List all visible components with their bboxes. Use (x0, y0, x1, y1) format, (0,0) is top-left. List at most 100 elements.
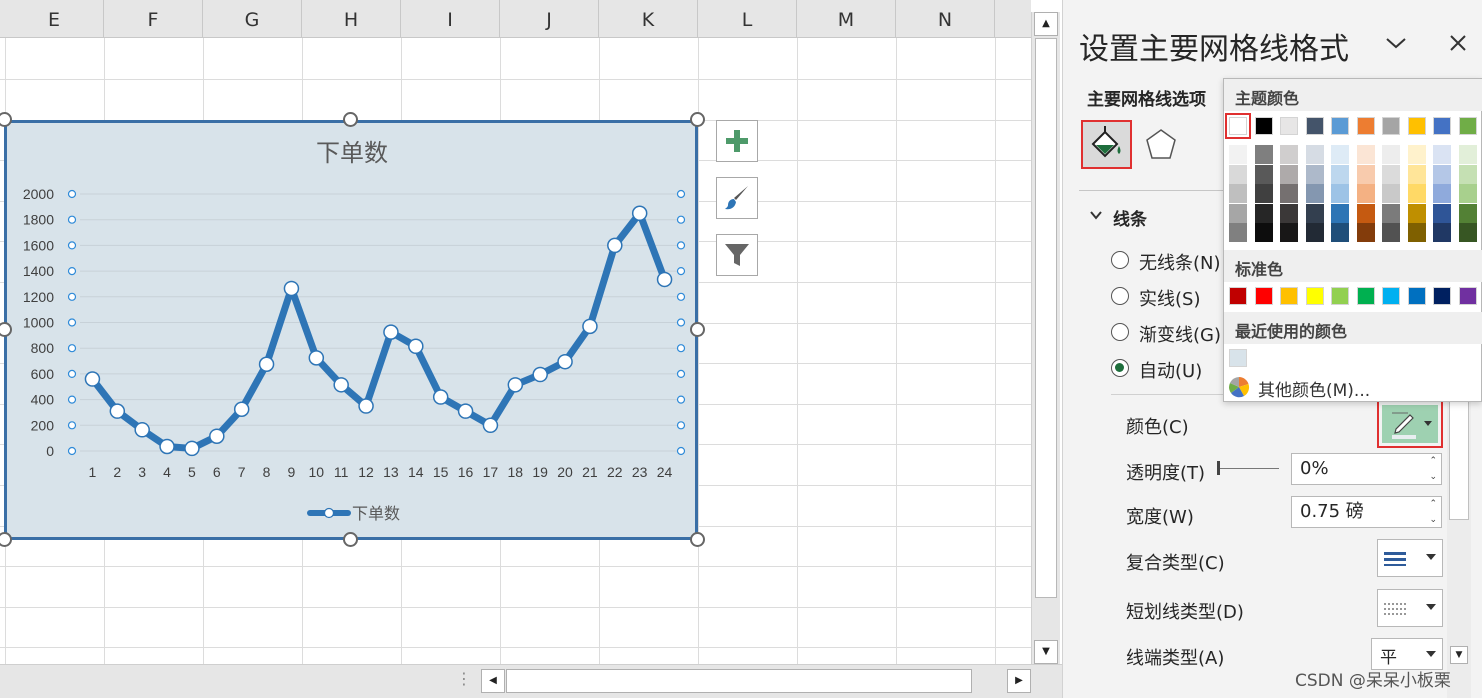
more-colors-item[interactable]: 其他颜色(M)... (1258, 376, 1370, 401)
theme-shade-swatch[interactable] (1433, 223, 1451, 242)
standard-color-swatch[interactable] (1331, 287, 1349, 305)
theme-color-swatch[interactable] (1382, 117, 1400, 135)
theme-shade-swatch[interactable] (1407, 184, 1426, 203)
standard-color-swatch[interactable] (1254, 287, 1273, 305)
theme-color-swatch[interactable] (1331, 117, 1349, 135)
column-header[interactable]: H (302, 0, 401, 38)
transparency-input[interactable]: 0% ⌃ ⌄ (1291, 453, 1442, 485)
radio-solid-line-label[interactable]: 实线(S) (1139, 285, 1200, 311)
standard-color-swatch[interactable] (1280, 287, 1298, 305)
transparency-slider-thumb[interactable] (1217, 461, 1220, 475)
column-header[interactable]: E (5, 0, 104, 38)
chart-area[interactable]: 下单数 0 200 400 600 800 1000 1200 1400 1600 1800 2000… (4, 120, 698, 540)
theme-shade-swatch[interactable] (1280, 223, 1298, 242)
theme-shade-swatch[interactable] (1331, 164, 1349, 184)
theme-color-swatch[interactable] (1407, 117, 1426, 135)
theme-shade-swatch[interactable] (1356, 145, 1375, 164)
close-icon[interactable] (1449, 34, 1467, 52)
vertical-scrollbar[interactable]: ▲ ▼ (1031, 12, 1060, 664)
theme-shade-swatch[interactable] (1305, 145, 1324, 164)
scroll-right-button[interactable]: ▶ (1007, 669, 1031, 693)
column-header[interactable]: F (104, 0, 203, 38)
theme-shade-swatch[interactable] (1254, 164, 1273, 184)
theme-shade-swatch[interactable] (1407, 145, 1426, 164)
theme-shade-swatch[interactable] (1254, 184, 1273, 203)
theme-color-swatch[interactable] (1458, 117, 1477, 135)
theme-shade-swatch[interactable] (1280, 203, 1298, 223)
theme-shade-swatch[interactable] (1407, 164, 1426, 184)
theme-shade-swatch[interactable] (1433, 184, 1451, 203)
theme-shade-swatch[interactable] (1356, 223, 1375, 242)
theme-shade-swatch[interactable] (1458, 164, 1477, 184)
theme-shade-swatch[interactable] (1331, 184, 1349, 203)
column-header[interactable]: K (599, 0, 698, 38)
column-header[interactable]: J (500, 0, 599, 38)
theme-color-swatch[interactable] (1225, 113, 1251, 139)
theme-shade-swatch[interactable] (1254, 145, 1273, 164)
resize-handle-right[interactable] (690, 322, 705, 337)
theme-shade-swatch[interactable] (1382, 145, 1400, 164)
resize-handle-top[interactable] (343, 112, 358, 127)
theme-shade-swatch[interactable] (1356, 184, 1375, 203)
resize-handle-top-right[interactable] (690, 112, 705, 127)
spin-down-icon[interactable]: ⌄ (1429, 462, 1437, 492)
options-tab[interactable]: 主要网格线选项 (1087, 85, 1206, 110)
theme-shade-swatch[interactable] (1382, 223, 1400, 242)
theme-shade-swatch[interactable] (1458, 145, 1477, 164)
theme-shade-swatch[interactable] (1433, 145, 1451, 164)
theme-shade-swatch[interactable] (1382, 164, 1400, 184)
theme-shade-swatch[interactable] (1356, 164, 1375, 184)
chevron-down-icon[interactable] (1385, 36, 1407, 50)
theme-color-swatch[interactable] (1254, 117, 1273, 135)
horizontal-scroll-thumb[interactable] (506, 669, 972, 693)
standard-color-swatch[interactable] (1458, 287, 1477, 305)
pane-scrollbar[interactable]: ▼ (1447, 380, 1471, 698)
theme-shade-swatch[interactable] (1280, 164, 1298, 184)
theme-shade-swatch[interactable] (1229, 223, 1247, 242)
theme-shade-swatch[interactable] (1229, 203, 1247, 223)
chart-filters-button[interactable] (716, 234, 758, 276)
standard-color-swatch[interactable] (1382, 287, 1400, 305)
pane-scroll-thumb[interactable] (1449, 400, 1469, 520)
theme-shade-swatch[interactable] (1305, 164, 1324, 184)
theme-color-swatch[interactable] (1305, 117, 1324, 135)
theme-color-swatch[interactable] (1433, 117, 1451, 135)
column-header[interactable]: N (896, 0, 995, 38)
column-header[interactable]: G (203, 0, 302, 38)
theme-shade-swatch[interactable] (1331, 223, 1349, 242)
theme-shade-swatch[interactable] (1407, 223, 1426, 242)
theme-shade-swatch[interactable] (1229, 184, 1247, 203)
theme-shade-swatch[interactable] (1382, 203, 1400, 223)
horizontal-scroll-bar[interactable]: ⋮ ◀ ▶ (0, 664, 1062, 698)
standard-color-swatch[interactable] (1356, 287, 1375, 305)
scroll-up-button[interactable]: ▲ (1034, 12, 1058, 36)
chart-elements-button[interactable] (716, 120, 758, 162)
radio-no-line-label[interactable]: 无线条(N) (1139, 249, 1221, 275)
spin-down-icon[interactable]: ⌄ (1429, 505, 1437, 535)
theme-color-swatch[interactable] (1280, 117, 1298, 135)
theme-shade-swatch[interactable] (1458, 184, 1477, 203)
standard-color-swatch[interactable] (1407, 287, 1426, 305)
radio-gradient-line[interactable] (1111, 323, 1129, 341)
radio-gradient-line-label[interactable]: 渐变线(G) (1139, 321, 1221, 347)
theme-shade-swatch[interactable] (1305, 223, 1324, 242)
resize-handle-bottom[interactable] (343, 532, 358, 547)
recent-color-swatch[interactable] (1229, 349, 1247, 367)
theme-shade-swatch[interactable] (1458, 203, 1477, 223)
compound-type-dropdown[interactable] (1377, 539, 1443, 577)
theme-shade-swatch[interactable] (1280, 184, 1298, 203)
theme-shade-swatch[interactable] (1254, 203, 1273, 223)
scroll-down-button[interactable]: ▼ (1034, 640, 1058, 664)
split-handle-icon[interactable]: ⋮ (456, 669, 472, 688)
theme-shade-swatch[interactable] (1331, 203, 1349, 223)
radio-automatic[interactable] (1111, 359, 1129, 377)
theme-shade-swatch[interactable] (1356, 203, 1375, 223)
column-header[interactable]: L (698, 0, 797, 38)
color-picker-popup[interactable]: 主题颜色 标准色 最近使用的颜色 其他颜色(M)... (1223, 78, 1482, 402)
pane-scroll-down-button[interactable]: ▼ (1450, 646, 1468, 664)
theme-shade-swatch[interactable] (1407, 203, 1426, 223)
theme-shade-swatch[interactable] (1280, 145, 1298, 164)
theme-shade-swatch[interactable] (1229, 164, 1247, 184)
resize-handle-bottom-right[interactable] (690, 532, 705, 547)
radio-automatic-label[interactable]: 自动(U) (1139, 357, 1202, 383)
